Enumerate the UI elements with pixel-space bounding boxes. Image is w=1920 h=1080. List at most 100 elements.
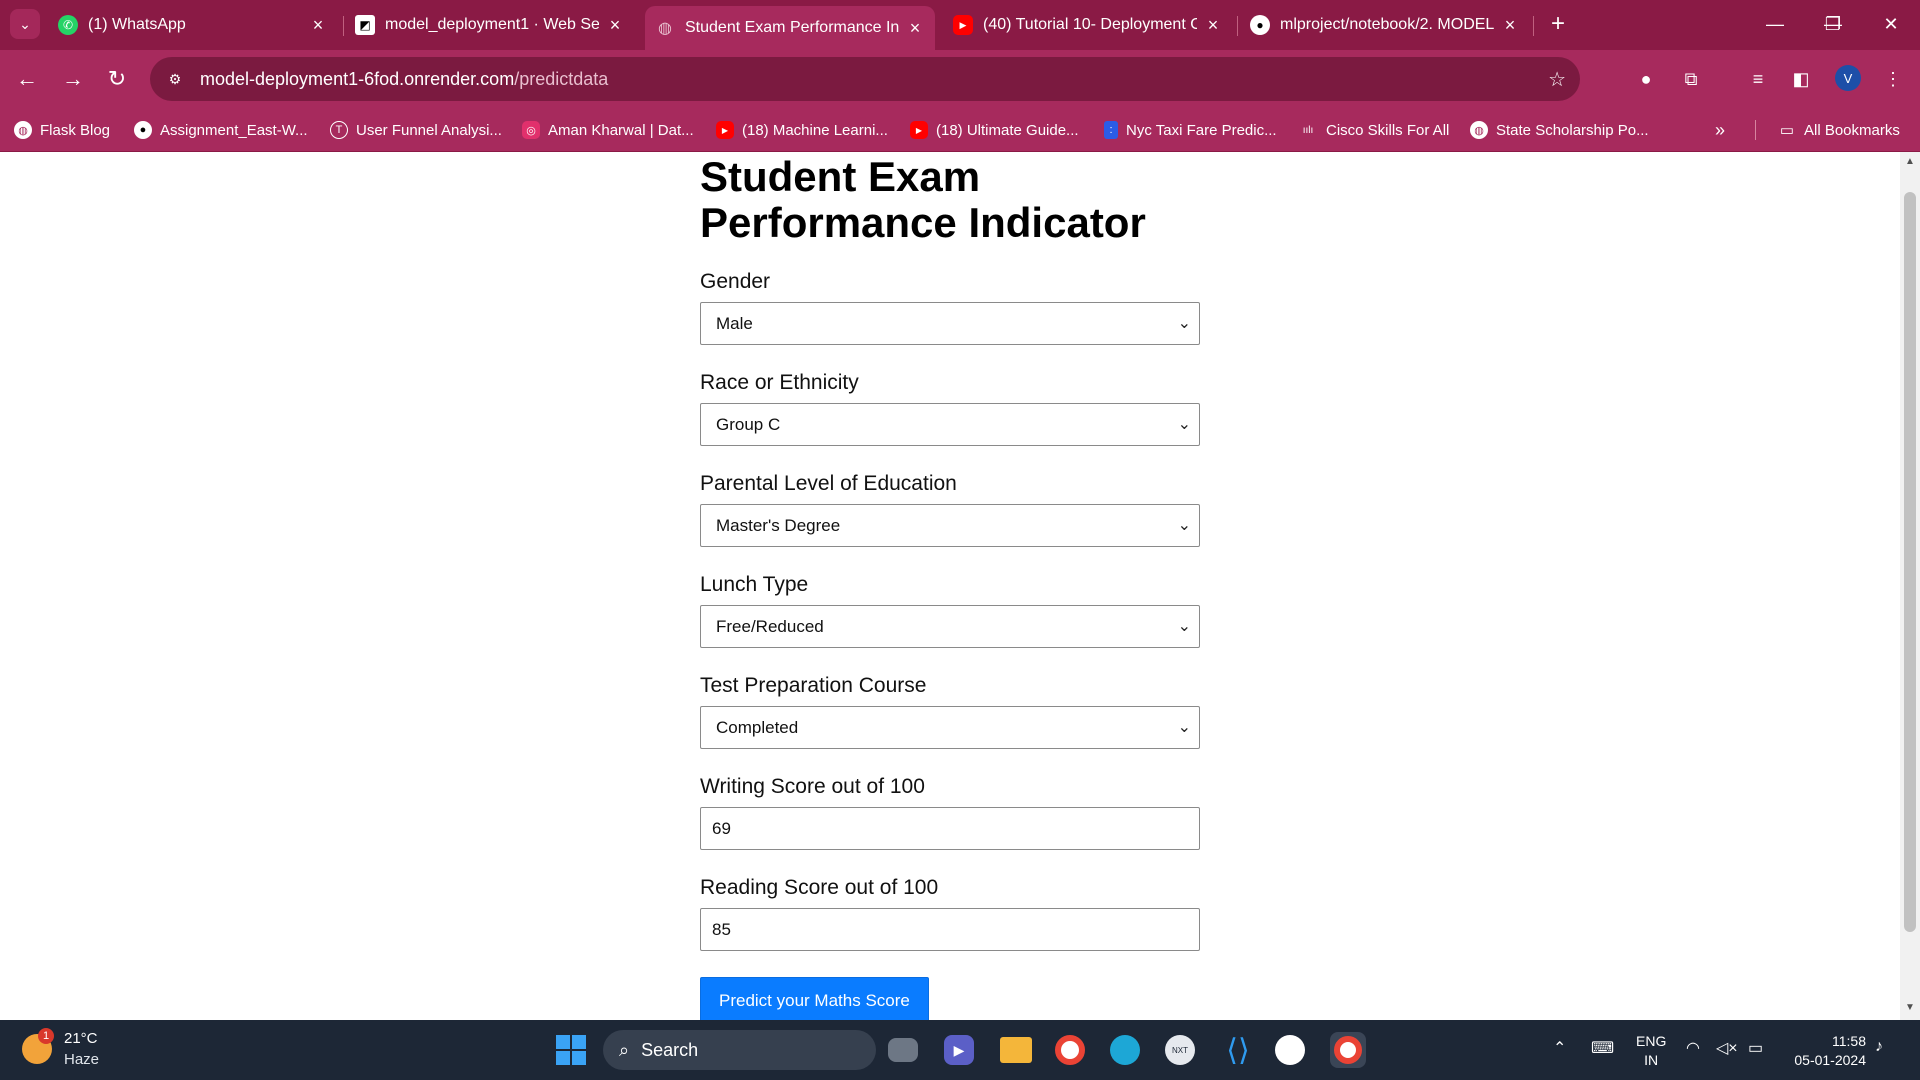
github-desktop-icon[interactable] — [1275, 1035, 1305, 1065]
bookmark-machine-learning[interactable]: ▶ (18) Machine Learni... — [716, 118, 888, 142]
bookmark-ultimate-guide[interactable]: ▶ (18) Ultimate Guide... — [910, 118, 1079, 142]
github-icon: ● — [134, 121, 152, 139]
menu-kebab-icon[interactable]: ⋮ — [1879, 65, 1907, 93]
page-scrollbar[interactable]: ▲ ▼ — [1900, 152, 1920, 1020]
new-tab-button[interactable]: + — [1542, 8, 1574, 40]
tab-divider — [343, 16, 344, 36]
globe-icon: ◍ — [658, 20, 672, 37]
bookmark-aman-kharwal[interactable]: ◎ Aman Kharwal | Dat... — [522, 118, 694, 142]
bookmark-flask-blog[interactable]: ◍ Flask Blog — [14, 118, 110, 142]
tab-student-exam[interactable]: ◍ Student Exam Performance Indi × — [645, 6, 935, 50]
tab-render[interactable]: ◩ model_deployment1 · Web Ser × — [345, 8, 635, 42]
tab-title: mlproject/notebook/2. MODEL — [1280, 16, 1494, 33]
task-view-icon[interactable] — [888, 1038, 918, 1062]
reading-score-value: 85 — [712, 919, 731, 939]
bookmark-nyc-taxi[interactable]: : Nyc Taxi Fare Predic... — [1104, 118, 1277, 142]
notification-bell-icon[interactable]: ♪ — [1875, 1038, 1883, 1056]
side-panel-icon[interactable]: ◧ — [1787, 65, 1815, 93]
start-button[interactable] — [556, 1035, 586, 1065]
bookmarks-divider — [1755, 120, 1756, 140]
bookmark-state-scholarship[interactable]: ◍ State Scholarship Po... — [1470, 118, 1649, 142]
wifi-icon[interactable]: ◠ — [1686, 1038, 1700, 1058]
arrow-left-icon: ← — [16, 66, 38, 91]
chrome-icon — [1334, 1036, 1362, 1064]
restore-button[interactable]: ❐ — [1808, 8, 1858, 40]
bookmark-assignment[interactable]: ● Assignment_East-W... — [134, 118, 308, 142]
close-icon[interactable]: × — [1500, 15, 1520, 36]
writing-score-input[interactable]: 69 — [700, 807, 1200, 850]
nxtwave-icon[interactable]: NXT — [1165, 1035, 1195, 1065]
scrollbar-thumb[interactable] — [1904, 192, 1916, 932]
kaggle-icon: : — [1104, 121, 1118, 139]
tab-whatsapp[interactable]: ✆ (1) WhatsApp × — [48, 8, 338, 42]
bookmark-label: Cisco Skills For All — [1326, 121, 1450, 139]
close-icon[interactable]: × — [905, 18, 925, 39]
predict-button[interactable]: Predict your Maths Score — [700, 977, 929, 1024]
vscode-icon[interactable]: ⟨⟩ — [1220, 1032, 1256, 1068]
region-code: IN — [1644, 1052, 1659, 1068]
bookmark-cisco[interactable]: ıılı Cisco Skills For All — [1298, 118, 1450, 142]
weather-description[interactable]: Haze — [64, 1051, 99, 1068]
race-selected-value: Group C — [716, 414, 781, 434]
close-icon[interactable]: × — [1203, 15, 1223, 36]
all-bookmarks-button[interactable]: ▭ All Bookmarks — [1778, 118, 1900, 142]
reading-score-input[interactable]: 85 — [700, 908, 1200, 951]
chrome-profile-icon[interactable] — [1330, 1032, 1366, 1068]
language-indicator[interactable]: ENG IN — [1636, 1032, 1666, 1070]
search-icon: ⌕ — [619, 1039, 630, 1060]
scroll-up-arrow-icon[interactable]: ▲ — [1904, 156, 1916, 168]
instagram-icon: ◎ — [522, 121, 540, 139]
tab-search-button[interactable]: ⌄ — [10, 9, 40, 39]
all-bookmarks-label: All Bookmarks — [1804, 121, 1900, 139]
minimize-button-alt[interactable]: — — [1750, 8, 1800, 40]
system-clock[interactable]: 11:58 05-01-2024 — [1786, 1032, 1866, 1070]
gender-select[interactable]: Male ⌄ — [700, 302, 1200, 345]
taskbar-search[interactable]: ⌕ Search — [603, 1030, 876, 1070]
back-button[interactable]: ← — [10, 62, 44, 96]
folder-icon: ▭ — [1779, 122, 1795, 139]
close-icon[interactable]: × — [308, 15, 328, 36]
windows-logo-icon — [556, 1051, 570, 1065]
chrome-icon[interactable] — [1055, 1035, 1085, 1065]
tab-youtube-tutorial[interactable]: ▶ (40) Tutorial 10- Deployment O × — [943, 8, 1233, 42]
writing-score-value: 69 — [712, 818, 731, 838]
url-text: model-deployment1-6fod.onrender.com/pred… — [200, 69, 608, 90]
extension-dot-icon[interactable]: ● — [1632, 65, 1660, 93]
page-title: Student Exam Performance Indicator — [700, 153, 1146, 246]
lunch-type-select[interactable]: Free/Reduced ⌄ — [700, 605, 1200, 648]
chevron-double-right-icon[interactable]: » — [1715, 120, 1725, 141]
site-info-icon[interactable]: ⚙ — [164, 68, 186, 90]
chevron-up-icon[interactable]: ⌃ — [1553, 1038, 1566, 1058]
bookmark-user-funnel[interactable]: T User Funnel Analysi... — [330, 118, 502, 142]
race-label: Race or Ethnicity — [700, 371, 859, 394]
reload-icon: ↻ — [107, 66, 127, 91]
forward-button[interactable]: → — [56, 62, 90, 96]
tab-github-notebook[interactable]: ● mlproject/notebook/2. MODEL × — [1240, 8, 1530, 42]
tab-title: (1) WhatsApp — [88, 16, 186, 33]
file-explorer-icon[interactable] — [1000, 1037, 1032, 1063]
media-controls-icon[interactable]: ≡ — [1744, 65, 1772, 93]
reading-score-label: Reading Score out of 100 — [700, 876, 939, 899]
bookmark-label: Assignment_East-W... — [160, 121, 308, 139]
race-select[interactable]: Group C ⌄ — [700, 403, 1200, 446]
keyboard-icon[interactable]: ⌨ — [1591, 1038, 1614, 1058]
close-window-button[interactable]: ✕ — [1866, 8, 1916, 40]
profile-avatar[interactable]: V — [1835, 65, 1861, 91]
edge-icon[interactable] — [1110, 1035, 1140, 1065]
close-icon[interactable]: × — [605, 15, 625, 36]
speaker-muted-icon[interactable]: ◁× — [1716, 1038, 1738, 1058]
battery-icon[interactable]: ▭ — [1748, 1038, 1763, 1058]
parental-education-select[interactable]: Master's Degree ⌄ — [700, 504, 1200, 547]
gender-label: Gender — [700, 270, 771, 293]
extensions-puzzle-icon[interactable]: ⧉ — [1677, 65, 1705, 93]
reload-button[interactable]: ↻ — [100, 62, 134, 96]
scroll-down-arrow-icon[interactable]: ▼ — [1904, 1002, 1916, 1014]
weather-temperature[interactable]: 21°C — [64, 1030, 98, 1047]
address-bar[interactable]: ⚙ model-deployment1-6fod.onrender.com/pr… — [150, 57, 1580, 101]
teams-chat-icon[interactable]: ▶ — [944, 1035, 974, 1065]
bookmark-label: (18) Ultimate Guide... — [936, 121, 1079, 139]
bookmark-label: Aman Kharwal | Dat... — [548, 121, 694, 139]
test-prep-select[interactable]: Completed ⌄ — [700, 706, 1200, 749]
arrow-right-icon: → — [62, 66, 84, 91]
bookmark-star-icon[interactable]: ☆ — [1548, 67, 1566, 92]
